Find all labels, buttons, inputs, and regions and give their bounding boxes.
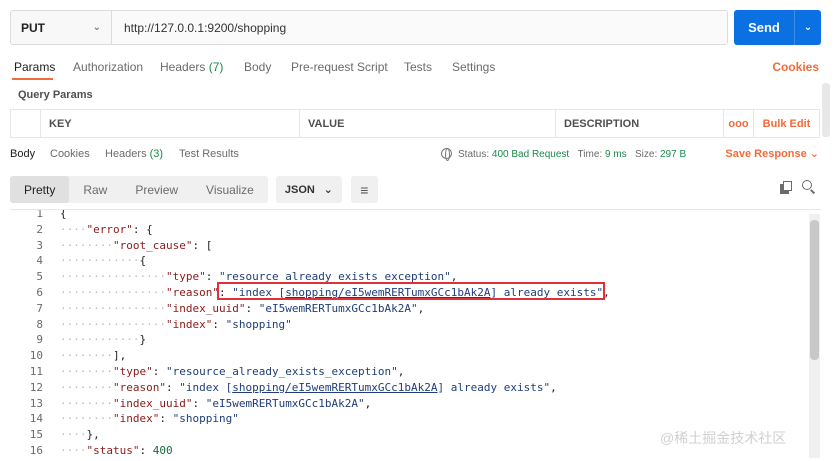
method-select[interactable]: PUT ⌄ xyxy=(11,11,112,44)
line-number: 3 xyxy=(36,238,43,252)
tab-body[interactable]: Body xyxy=(244,60,271,74)
chevron-down-icon: ⌄ xyxy=(809,148,819,160)
watermark-text: @稀土掘金技术社区 xyxy=(660,430,787,446)
line-number: 13 xyxy=(29,396,43,410)
code-line-text: ········"type": "resource_already_exists… xyxy=(60,365,405,378)
key-column-header: KEY xyxy=(41,110,300,137)
params-scrollbar[interactable] xyxy=(822,83,830,137)
line-number: 2 xyxy=(36,222,43,236)
request-bar: PUT ⌄ http://127.0.0.1:9200/shopping xyxy=(10,10,728,45)
response-tab-body[interactable]: Body xyxy=(10,148,35,160)
size-value: 297 B xyxy=(660,149,687,160)
chevron-down-icon: ⌄ xyxy=(323,184,333,196)
request-tabs: Params Authorization Headers (7) Body Pr… xyxy=(0,56,834,80)
description-column-header: DESCRIPTION xyxy=(556,110,724,137)
more-options-icon[interactable]: ooo xyxy=(724,110,754,137)
response-status: Status: 400 Bad Request Time: 9 ms Size:… xyxy=(441,148,687,161)
response-tab-cookies[interactable]: Cookies xyxy=(50,148,90,160)
save-response-button[interactable]: Save Response ⌄ xyxy=(725,147,819,160)
response-tab-test-results[interactable]: Test Results xyxy=(179,148,239,160)
time-value: 9 ms xyxy=(604,149,627,160)
send-label: Send xyxy=(748,20,780,35)
line-number: 9 xyxy=(36,333,43,347)
chevron-down-icon: ⌄ xyxy=(92,22,101,33)
code-line-text: ····"status": 400 xyxy=(60,444,173,457)
checkbox-column xyxy=(11,110,41,137)
format-select[interactable]: JSON ⌄ xyxy=(275,176,342,203)
query-params-table: KEY VALUE DESCRIPTION ooo Bulk Edit xyxy=(10,109,820,138)
line-number: 5 xyxy=(36,270,43,284)
status-value: 400 Bad Request xyxy=(491,149,570,160)
view-mode-pretty[interactable]: Pretty xyxy=(10,176,70,203)
code-line-text: ········"reason": "index [shopping/eI5we… xyxy=(60,380,557,394)
view-mode-group: Pretty Raw Preview Visualize xyxy=(10,176,268,203)
line-number: 10 xyxy=(29,349,43,363)
cookies-link[interactable]: Cookies xyxy=(772,60,819,74)
line-number: 1 xyxy=(36,210,43,220)
line-number: 11 xyxy=(29,365,43,378)
line-number: 14 xyxy=(29,412,43,426)
line-number: 8 xyxy=(36,317,43,331)
view-mode-raw[interactable]: Raw xyxy=(69,176,121,203)
code-line-text: ········"index": "shopping" xyxy=(60,412,239,426)
send-button[interactable]: Send ⌄ xyxy=(734,10,821,45)
code-line-text: ············} xyxy=(60,333,147,347)
format-label: JSON xyxy=(284,183,315,196)
active-tab-underline xyxy=(12,78,53,80)
code-line-text: ········"root_cause": [ xyxy=(60,238,213,252)
url-input[interactable]: http://127.0.0.1:9200/shopping xyxy=(112,11,727,44)
code-line-text: ············{ xyxy=(60,254,147,268)
code-line-text: ················"index_uuid": "eI5wemRER… xyxy=(60,301,425,315)
response-body-editor[interactable]: 1 {2 ····"error": { 3 ········"root_cause": … xyxy=(10,210,821,461)
tab-tests[interactable]: Tests xyxy=(404,60,432,74)
query-params-title: Query Params xyxy=(18,89,93,101)
copy-icon[interactable] xyxy=(780,181,792,194)
value-column-header: VALUE xyxy=(300,110,556,137)
tab-settings[interactable]: Settings xyxy=(452,60,495,74)
line-number: 4 xyxy=(36,254,43,268)
tab-pre-request-script[interactable]: Pre-request Script xyxy=(291,60,388,74)
line-number: 6 xyxy=(36,286,43,299)
code-line-text: ················"index": "shopping" xyxy=(60,317,292,331)
highlight-annotation-box xyxy=(217,282,605,300)
response-tab-headers[interactable]: Headers (3) xyxy=(105,148,163,160)
line-number: 16 xyxy=(29,444,43,457)
tab-params[interactable]: Params xyxy=(14,60,55,74)
view-mode-visualize[interactable]: Visualize xyxy=(192,176,268,203)
scrollbar-thumb[interactable] xyxy=(810,220,819,360)
line-number: 7 xyxy=(36,301,43,315)
code-line-text: ········], xyxy=(60,349,127,363)
code-line-text: { xyxy=(60,210,67,220)
globe-icon xyxy=(441,148,452,161)
view-mode-preview[interactable]: Preview xyxy=(121,176,192,203)
response-tabs: Body Cookies Headers (3) Test Results St… xyxy=(0,144,834,166)
response-scrollbar[interactable] xyxy=(809,214,820,458)
method-label: PUT xyxy=(21,20,45,35)
code-line-text: ····}, xyxy=(60,428,100,442)
line-number: 12 xyxy=(29,380,43,394)
search-icon[interactable] xyxy=(802,180,816,194)
send-options-chevron-icon[interactable]: ⌄ xyxy=(795,22,821,33)
tab-authorization[interactable]: Authorization xyxy=(73,60,143,74)
line-number: 15 xyxy=(29,428,43,442)
code-line-text: ····"error": { xyxy=(60,222,153,236)
tab-headers[interactable]: Headers (7) xyxy=(160,60,223,74)
bulk-edit-button[interactable]: Bulk Edit xyxy=(754,110,819,137)
wrap-lines-icon[interactable]: ≡ xyxy=(350,176,378,203)
code-line-text: ········"index_uuid": "eI5wemRERTumxGCc1… xyxy=(60,396,372,410)
viewer-toolbar: Pretty Raw Preview Visualize JSON ⌄ ≡ xyxy=(10,176,378,203)
